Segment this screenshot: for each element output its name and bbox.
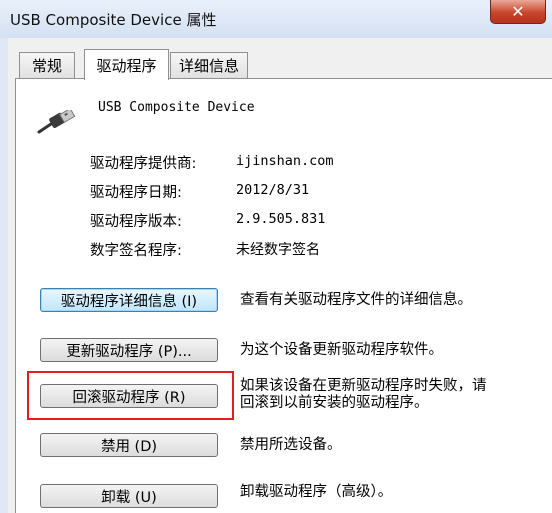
uninstall-desc: 卸载驱动程序（高级）。 (240, 484, 393, 500)
window-title: USB Composite Device 属性 (10, 11, 217, 29)
rollback-desc-line2: 回滚到以前安装的驱动程序。 (240, 395, 429, 411)
provider-value: ijinshan.com (236, 153, 334, 169)
close-icon: ✕ (511, 2, 525, 21)
close-button[interactable]: ✕ (490, 0, 546, 24)
device-name: USB Composite Device (98, 100, 255, 115)
update-driver-button[interactable]: 更新驱动程序 (P)... (40, 338, 218, 362)
tab-general[interactable]: 常规 (19, 52, 75, 78)
version-value: 2.9.505.831 (236, 211, 326, 227)
tab-label: 常规 (31, 57, 62, 75)
disable-desc: 禁用所选设备。 (240, 437, 342, 453)
title-bar: USB Composite Device 属性 ✕ (0, 0, 552, 38)
version-label: 驱动程序版本: (90, 214, 182, 230)
disable-button[interactable]: 禁用 (D) (40, 433, 218, 457)
rollback-desc-line1: 如果该设备在更新驱动程序时失败，请 (240, 378, 487, 394)
tab-label: 详细信息 (178, 57, 239, 75)
driver-details-desc: 查看有关驱动程序文件的详细信息。 (240, 292, 472, 308)
usb-plug-icon (37, 110, 76, 134)
rollback-driver-button[interactable]: 回滚驱动程序 (R) (40, 384, 218, 408)
rollback-driver-desc: 如果该设备在更新驱动程序时失败，请 回滚到以前安装的驱动程序。 (240, 378, 487, 412)
update-driver-desc: 为这个设备更新驱动程序软件。 (240, 342, 443, 358)
signer-label: 数字签名程序: (90, 243, 182, 259)
provider-label: 驱动程序提供商: (90, 156, 197, 172)
date-label: 驱动程序日期: (90, 185, 182, 201)
date-value: 2012/8/31 (236, 182, 310, 198)
signer-value: 未经数字签名 (236, 242, 320, 258)
driver-details-button[interactable]: 驱动程序详细信息 (I) (40, 288, 218, 312)
tab-details[interactable]: 详细信息 (170, 52, 248, 78)
uninstall-button[interactable]: 卸载 (U) (40, 484, 218, 508)
tab-driver[interactable]: 驱动程序 (84, 49, 169, 80)
tab-label: 驱动程序 (96, 56, 157, 75)
